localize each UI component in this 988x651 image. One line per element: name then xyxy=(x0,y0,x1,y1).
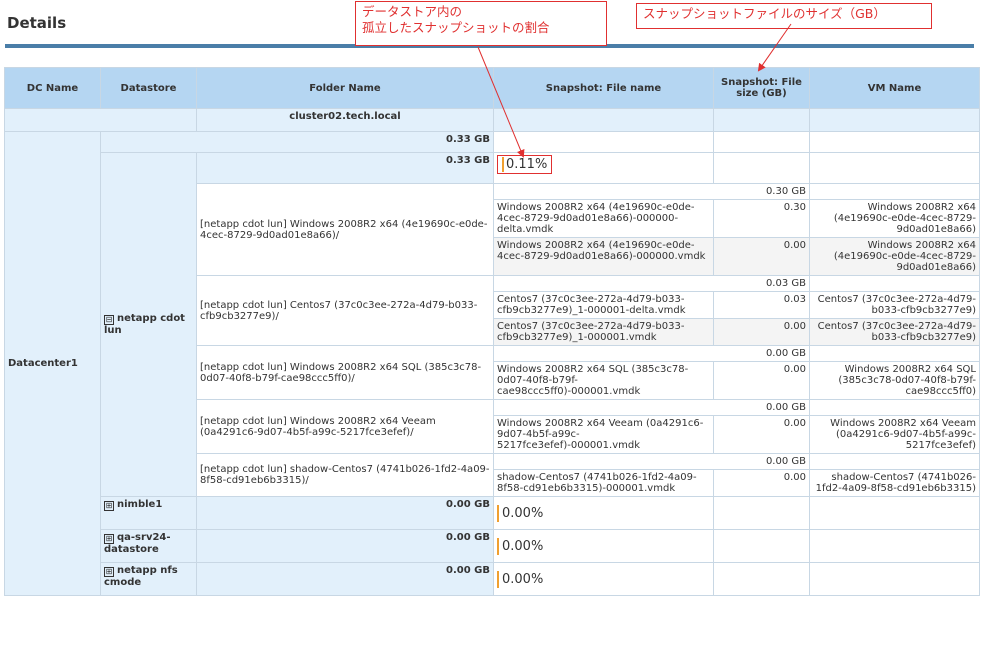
dc-spacer-file xyxy=(493,131,714,153)
percent-highlight: 0.11% xyxy=(497,155,553,174)
file-size-callout: スナップショットファイルのサイズ（GB） xyxy=(636,3,932,29)
datastore-name: netapp cdot lun xyxy=(104,313,185,336)
datastore-total: 0.00 GB xyxy=(196,529,494,563)
datastore-percent-cell: 0.11% xyxy=(493,152,714,184)
snapshot-file-name: Windows 2008R2 x64 Veeam (0a4291c6-9d07-… xyxy=(493,415,714,454)
folder-subtotal: 0.00 GB xyxy=(493,345,810,362)
spacer-size xyxy=(713,562,810,596)
datastore-total: 0.00 GB xyxy=(196,562,494,596)
folder-name: [netapp cdot lun] Centos7 (37c0c3ee-272a… xyxy=(196,275,494,346)
datastore-netapp-nfs-cmode[interactable]: ⊞ netapp nfs cmode xyxy=(100,562,197,596)
datastore-total: 0.00 GB xyxy=(196,496,494,530)
vm-name: Windows 2008R2 x64 Veeam (0a4291c6-9d07-… xyxy=(809,415,980,454)
collapse-icon[interactable]: ⊟ xyxy=(104,315,114,325)
cluster-spacer-vm xyxy=(809,108,980,132)
vm-name: Windows 2008R2 x64 SQL (385c3c78-0d07-40… xyxy=(809,361,980,400)
header-dc-name[interactable]: DC Name xyxy=(4,67,101,109)
collapsed-datastore-row: ⊞ nimble1 0.00 GB 0.00% xyxy=(5,496,980,530)
folder-spacer-vm xyxy=(809,345,980,362)
dc-spacer-size xyxy=(713,131,810,153)
header-folder-name[interactable]: Folder Name xyxy=(196,67,494,109)
page-title: Details xyxy=(7,14,67,32)
datastore-percent: 0.00% xyxy=(497,570,547,588)
snapshot-file-size: 0.00 xyxy=(713,469,810,497)
cluster-spacer-file xyxy=(493,108,714,132)
orphan-ratio-callout: データストア内の 孤立したスナップショットの割合 xyxy=(355,1,607,46)
expand-icon[interactable]: ⊞ xyxy=(104,501,114,511)
spacer-vm xyxy=(809,529,980,563)
snapshot-file-size: 0.00 xyxy=(713,415,810,454)
snapshot-file-name: Centos7 (37c0c3ee-272a-4d79-b033-cfb9cb3… xyxy=(493,318,714,346)
spacer-size xyxy=(713,496,810,530)
datastore-row: ⊟ netapp cdot lun 0.33 GB 0.11% xyxy=(5,152,980,497)
datastore-percent: 0.11% xyxy=(502,157,548,172)
snapshot-file-name: Centos7 (37c0c3ee-272a-4d79-b033-cfb9cb3… xyxy=(493,291,714,319)
cluster-name: cluster02.tech.local xyxy=(196,108,494,132)
folder-spacer-vm xyxy=(809,399,980,416)
snapshot-file-name: Windows 2008R2 x64 (4e19690c-e0de-4cec-8… xyxy=(493,199,714,238)
collapsed-datastore-row: ⊞ qa-srv24-datastore 0.00 GB 0.00% xyxy=(5,529,980,563)
cluster-spacer xyxy=(4,108,197,132)
vm-name: Windows 2008R2 x64 (4e19690c-e0de-4cec-8… xyxy=(809,237,980,276)
vm-name: Centos7 (37c0c3ee-272a-4d79-b033-cfb9cb3… xyxy=(809,318,980,346)
dc-spacer-vm xyxy=(809,131,980,153)
vm-name: shadow-Centos7 (4741b026-1fd2-4a09-8f58-… xyxy=(809,469,980,497)
datacenter-name: Datacenter1 xyxy=(4,131,101,596)
header-vm-name[interactable]: VM Name xyxy=(809,67,980,109)
datastore-percent-cell: 0.00% xyxy=(493,529,714,563)
snapshot-file-name: Windows 2008R2 x64 SQL (385c3c78-0d07-40… xyxy=(493,361,714,400)
folder-subtotal: 0.00 GB xyxy=(493,453,810,470)
snapshot-file-size: 0.03 xyxy=(713,291,810,319)
datastore-name: netapp nfs cmode xyxy=(104,565,178,588)
vm-name: Windows 2008R2 x64 (4e19690c-e0de-4cec-8… xyxy=(809,199,980,238)
snapshot-details-table: DC Name Datastore Folder Name Snapshot: … xyxy=(4,67,980,596)
folder-subtotal: 0.30 GB xyxy=(493,183,810,200)
datastore-percent-cell: 0.00% xyxy=(493,496,714,530)
vm-name: Centos7 (37c0c3ee-272a-4d79-b033-cfb9cb3… xyxy=(809,291,980,319)
datastore-nimble1[interactable]: ⊞ nimble1 xyxy=(100,496,197,530)
header-snapshot-file-name[interactable]: Snapshot: File name xyxy=(493,67,714,109)
folder-name: [netapp cdot lun] shadow-Centos7 (4741b0… xyxy=(196,453,494,497)
expand-icon[interactable]: ⊞ xyxy=(104,534,114,544)
spacer-vm xyxy=(809,496,980,530)
spacer-size xyxy=(713,529,810,563)
header-datastore[interactable]: Datastore xyxy=(100,67,197,109)
folder-subtotal: 0.00 GB xyxy=(493,399,810,416)
datastore-percent-cell: 0.00% xyxy=(493,562,714,596)
snapshot-file-size: 0.00 xyxy=(713,318,810,346)
spacer-vm xyxy=(809,562,980,596)
snapshot-file-name: shadow-Centos7 (4741b026-1fd2-4a09-8f58-… xyxy=(493,469,714,497)
datastore-percent: 0.00% xyxy=(497,504,547,522)
ds-spacer-vm xyxy=(809,152,980,184)
folder-name: [netapp cdot lun] Windows 2008R2 x64 (4e… xyxy=(196,183,494,276)
cluster-spacer-size xyxy=(713,108,810,132)
cluster-row: cluster02.tech.local xyxy=(4,108,980,132)
datacenter-total-row: Datacenter1 0.33 GB xyxy=(4,131,980,596)
snapshot-file-size: 0.30 xyxy=(713,199,810,238)
datastore-percent: 0.00% xyxy=(497,537,547,555)
snapshot-file-name: Windows 2008R2 x64 (4e19690c-e0de-4cec-8… xyxy=(493,237,714,276)
snapshot-file-size: 0.00 xyxy=(713,361,810,400)
folder-spacer-vm xyxy=(809,183,980,200)
folder-name: [netapp cdot lun] Windows 2008R2 x64 SQL… xyxy=(196,345,494,400)
datastore-qa-srv24-datastore[interactable]: ⊞ qa-srv24-datastore xyxy=(100,529,197,563)
expand-icon[interactable]: ⊞ xyxy=(104,567,114,577)
datacenter-total: 0.33 GB xyxy=(100,131,494,153)
datastore-total: 0.33 GB xyxy=(196,152,494,184)
folder-subtotal: 0.03 GB xyxy=(493,275,810,292)
folder-spacer-vm xyxy=(809,275,980,292)
folder-spacer-vm xyxy=(809,453,980,470)
ds-spacer-size xyxy=(713,152,810,184)
snapshot-file-size: 0.00 xyxy=(713,237,810,276)
folder-name: [netapp cdot lun] Windows 2008R2 x64 Vee… xyxy=(196,399,494,454)
datastore-netapp-cdot-lun[interactable]: ⊟ netapp cdot lun xyxy=(100,152,197,497)
datastore-name: nimble1 xyxy=(117,499,163,510)
header-snapshot-file-size[interactable]: Snapshot: File size (GB) xyxy=(713,67,810,109)
collapsed-datastore-row: ⊞ netapp nfs cmode 0.00 GB 0.00% xyxy=(5,562,980,596)
